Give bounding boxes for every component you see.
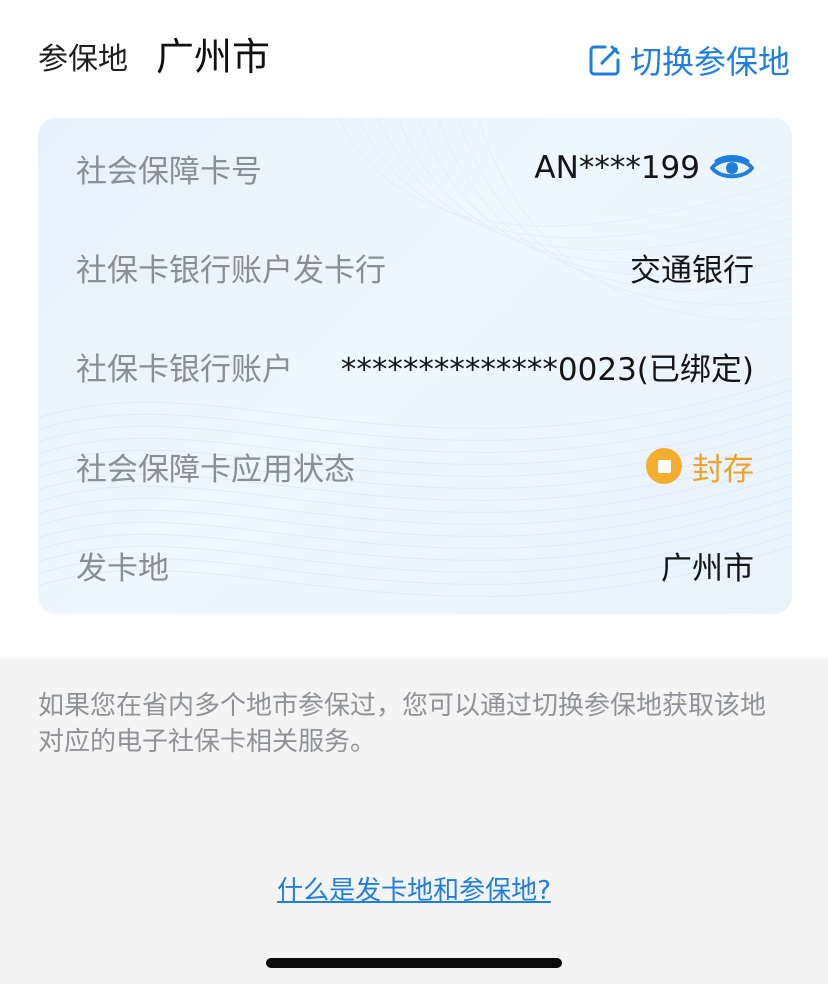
issuing-bank-value: 交通银行 <box>630 252 754 289</box>
switch-insured-place-label: 切换参保地 <box>629 43 790 81</box>
row-card-status: 社会保障卡应用状态 封存 <box>76 440 754 492</box>
card-number-label: 社会保障卡号 <box>76 153 262 190</box>
top-panel: 参保地 广州市 切换参保地 社会保障卡号 AN****199 社保卡银行账户发卡… <box>0 0 828 658</box>
bank-account-value: **************0023(已绑定) <box>340 351 754 388</box>
switch-place-note: 如果您在省内多个地市参保过，您可以通过切换参保地获取该地对应的电子社保卡相关服务… <box>38 691 767 757</box>
issuing-bank-label: 社保卡银行账户发卡行 <box>76 252 386 289</box>
card-number-value-wrap: AN****199 <box>534 150 754 186</box>
issuing-place-label: 发卡地 <box>76 550 169 587</box>
header: 参保地 广州市 切换参保地 <box>0 0 828 118</box>
switch-insured-place-button[interactable]: 切换参保地 <box>588 40 790 81</box>
card-number-value: AN****199 <box>534 150 700 186</box>
row-issuing-place: 发卡地 广州市 <box>76 539 754 591</box>
home-indicator[interactable] <box>266 958 562 968</box>
social-security-card-info: 社会保障卡号 AN****199 社保卡银行账户发卡行 交通银行 社保卡银行账户… <box>38 118 792 614</box>
insured-place-city: 广州市 <box>156 35 271 79</box>
issuing-place-value: 广州市 <box>661 550 754 587</box>
card-status-value-wrap: 封存 <box>646 444 754 489</box>
bank-account-label: 社保卡银行账户 <box>76 351 293 388</box>
insured-place-label: 参保地 <box>38 42 128 77</box>
card-status-value: 封存 <box>692 451 754 488</box>
status-stop-icon <box>646 448 682 484</box>
edit-icon <box>589 45 620 76</box>
card-status-label: 社会保障卡应用状态 <box>76 451 355 488</box>
row-issuing-bank: 社保卡银行账户发卡行 交通银行 <box>76 241 754 293</box>
what-is-issuing-and-insured-place-link[interactable]: 什么是发卡地和参保地? <box>0 870 828 907</box>
row-card-number: 社会保障卡号 AN****199 <box>76 142 754 194</box>
eye-icon[interactable] <box>710 153 754 183</box>
row-bank-account: 社保卡银行账户 **************0023(已绑定) <box>76 340 754 392</box>
